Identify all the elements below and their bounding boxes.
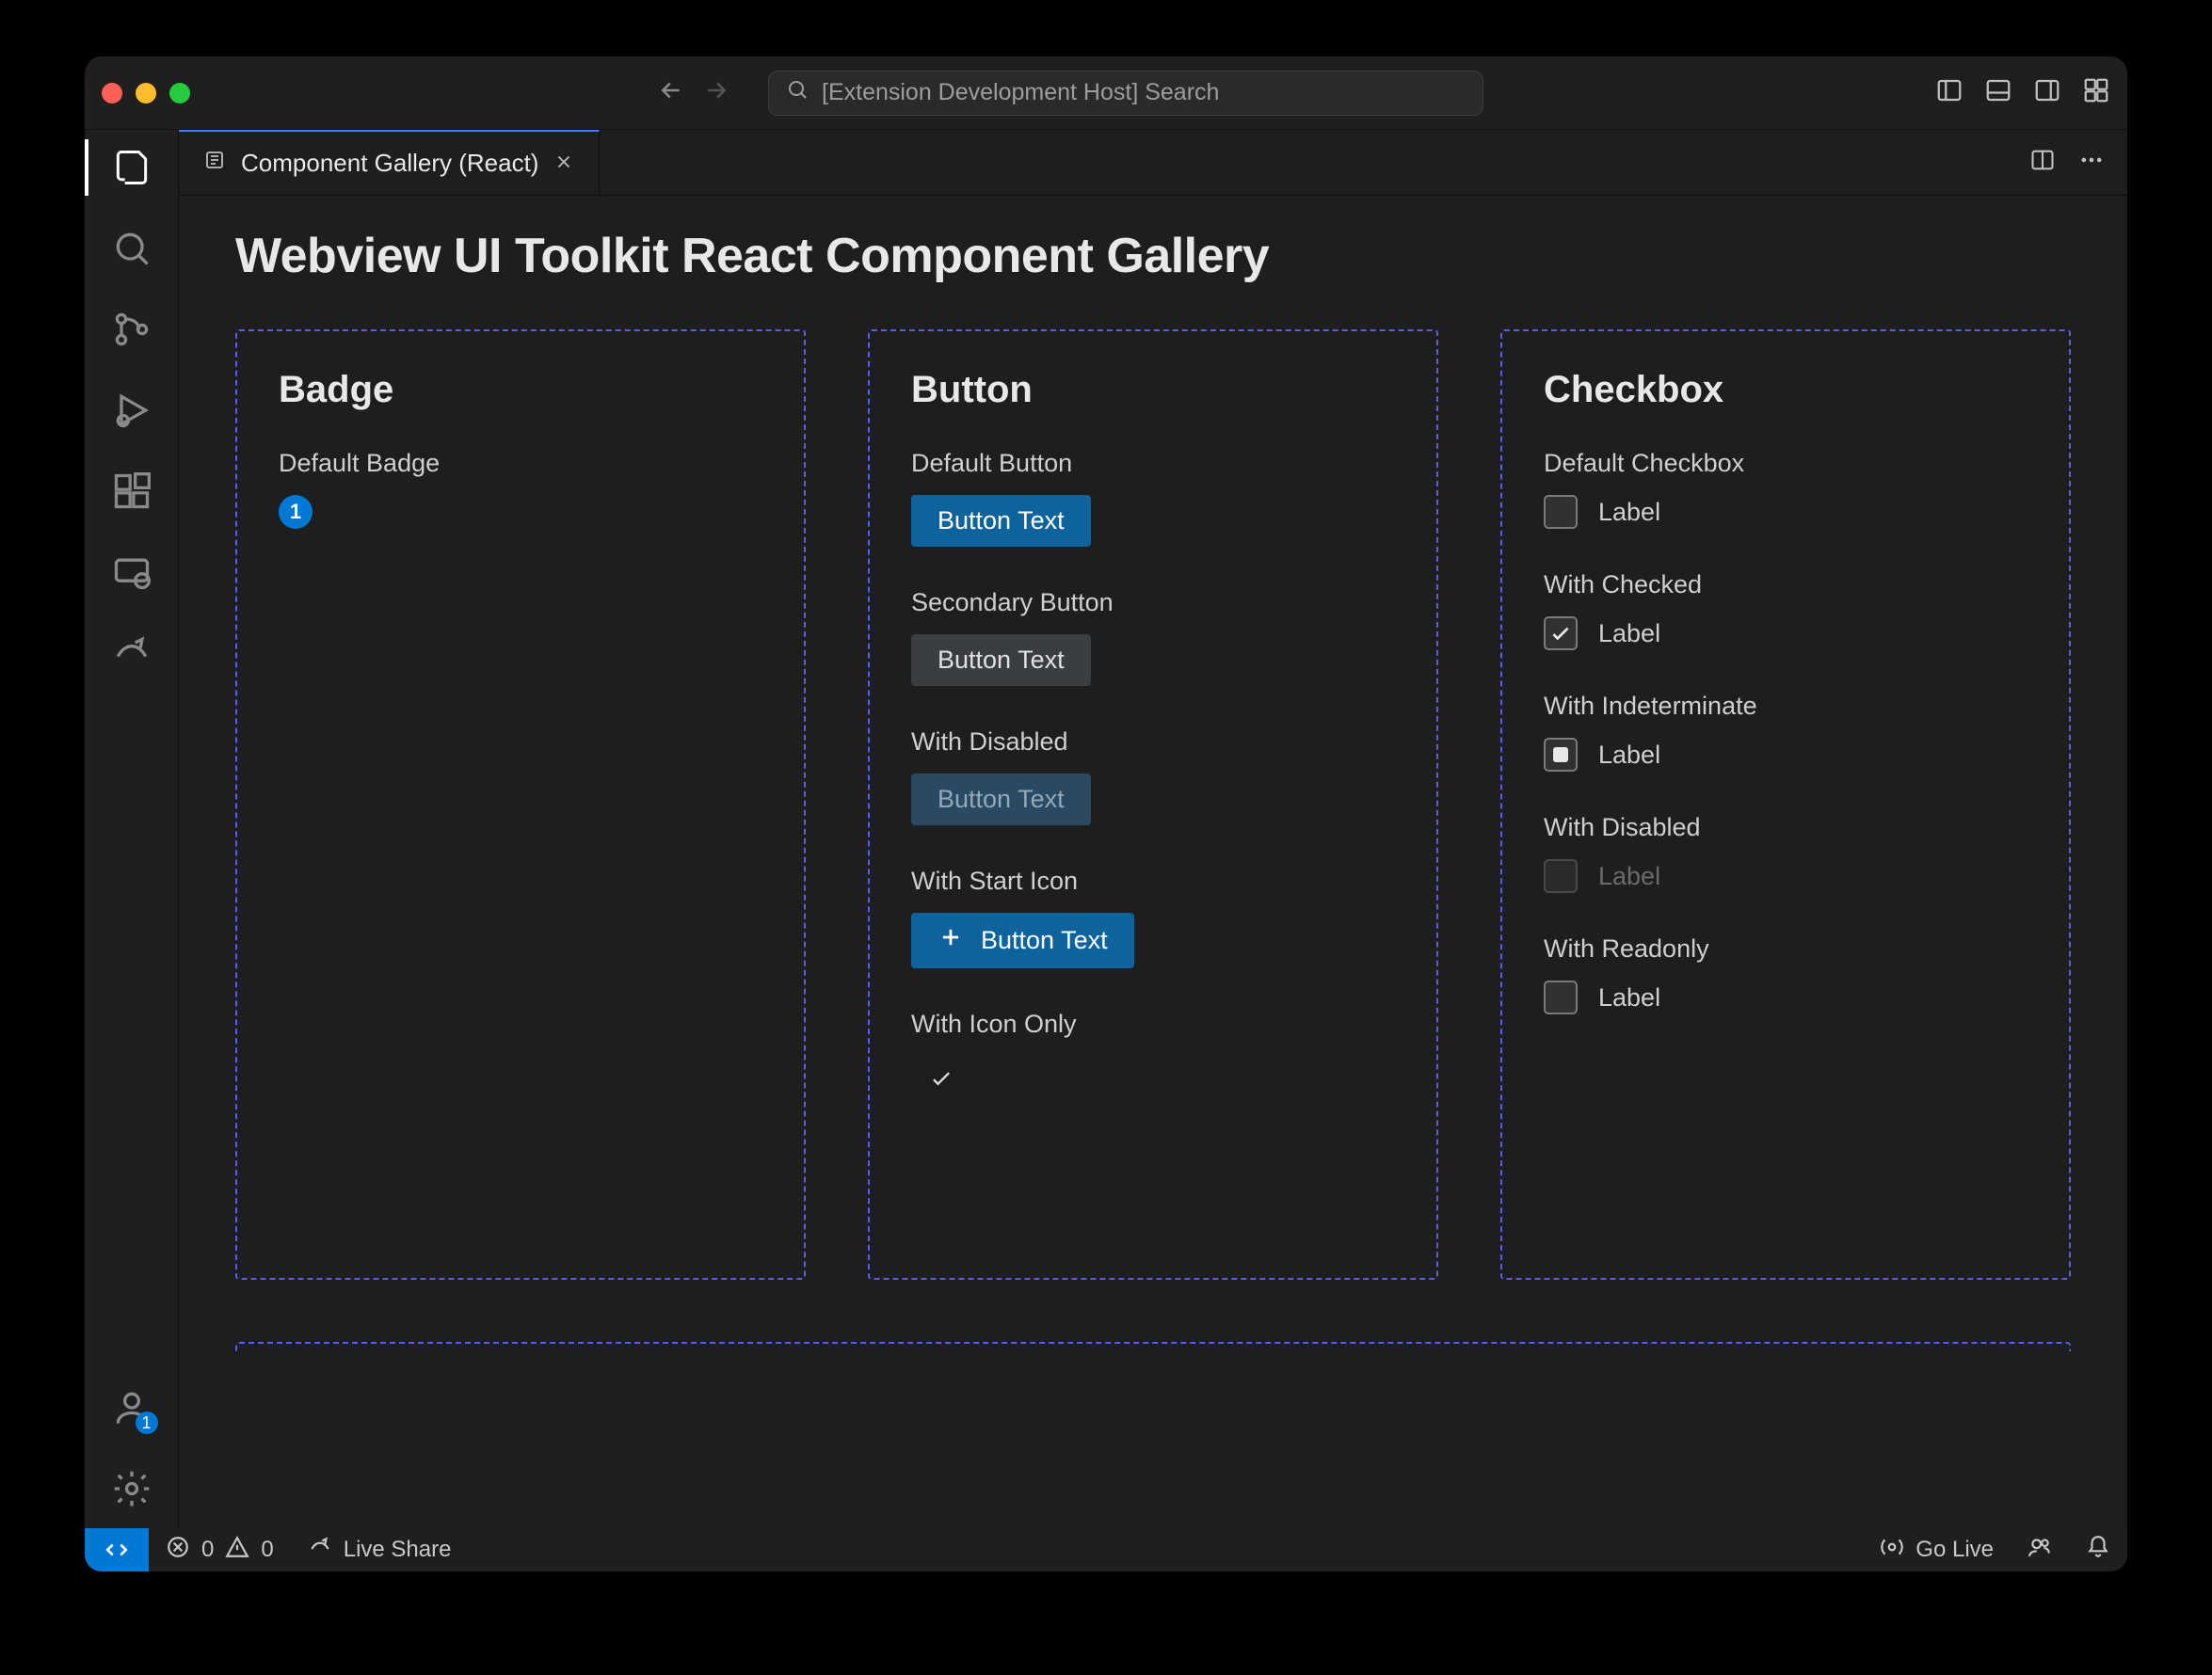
demo-label: With Icon Only [911, 1010, 1395, 1039]
source-control-view-icon[interactable] [109, 307, 154, 352]
demo-label: With Start Icon [911, 867, 1395, 896]
demo-label: With Checked [1544, 570, 2028, 599]
search-view-icon[interactable] [109, 226, 154, 271]
extensions-view-icon[interactable] [109, 469, 154, 514]
run-debug-view-icon[interactable] [109, 388, 154, 433]
status-bar: 0 0 Live Share Go Live [85, 1528, 2127, 1571]
go-live-status[interactable]: Go Live [1863, 1535, 2011, 1566]
checkbox-disabled [1544, 859, 1578, 893]
next-row-cutoff [235, 1342, 2071, 1351]
minimize-window-button[interactable] [136, 83, 156, 104]
plus-icon [938, 924, 964, 957]
checkbox-label: Label [1598, 862, 1660, 891]
tab-component-gallery[interactable]: Component Gallery (React) [179, 130, 600, 195]
notifications-status[interactable] [2069, 1535, 2127, 1566]
editor-tabs: Component Gallery (React) [179, 130, 2127, 196]
component-grid: Badge Default Badge 1 Button Default But… [235, 329, 2071, 1280]
remote-indicator[interactable] [85, 1528, 149, 1571]
editor-area: Component Gallery (React) Webview UI Too… [179, 130, 2127, 1528]
titlebar: [Extension Development Host] Search [85, 56, 2127, 130]
feedback-icon [2028, 1535, 2052, 1566]
card-button: Button Default Button Button Text Second… [868, 329, 1438, 1280]
errors-count: 0 [201, 1537, 214, 1563]
remote-explorer-view-icon[interactable] [109, 550, 154, 595]
checkbox-label: Label [1598, 619, 1660, 648]
close-window-button[interactable] [102, 83, 122, 104]
settings-gear-icon[interactable] [109, 1466, 154, 1511]
demo-label: With Indeterminate [1544, 692, 2028, 721]
go-live-label: Go Live [1915, 1537, 1994, 1563]
live-share-view-icon[interactable] [109, 630, 154, 676]
button-icon-only[interactable] [911, 1056, 971, 1108]
search-icon [786, 78, 809, 107]
maximize-window-button[interactable] [169, 83, 190, 104]
page-title: Webview UI Toolkit React Component Galle… [235, 228, 2071, 284]
demo-label: Secondary Button [911, 588, 1395, 617]
button-label: Button Text [981, 926, 1108, 955]
card-title-checkbox: Checkbox [1544, 369, 2028, 411]
customize-layout-icon[interactable] [2082, 76, 2110, 109]
activity-bar: 1 [85, 130, 179, 1528]
card-title-badge: Badge [279, 369, 762, 411]
button-label: Button Text [938, 506, 1065, 535]
warnings-count: 0 [261, 1537, 273, 1563]
card-checkbox: Checkbox Default Checkbox Label With Che… [1500, 329, 2071, 1280]
nav-forward-button[interactable] [702, 76, 730, 109]
accounts-badge: 1 [136, 1412, 158, 1434]
webview-content: Webview UI Toolkit React Component Galle… [179, 196, 2127, 1528]
feedback-status[interactable] [2011, 1535, 2069, 1566]
badge-default: 1 [279, 495, 313, 529]
demo-label: With Disabled [1544, 813, 2028, 842]
checkbox-readonly [1544, 981, 1578, 1014]
search-placeholder: [Extension Development Host] Search [822, 79, 1219, 106]
nav-arrows [657, 76, 730, 109]
tab-label: Component Gallery (React) [241, 149, 538, 178]
live-share-icon [308, 1535, 332, 1566]
demo-label: With Readonly [1544, 934, 2028, 964]
button-label: Button Text [938, 646, 1065, 675]
demo-label: With Disabled [911, 727, 1395, 757]
warning-icon [225, 1535, 249, 1566]
button-secondary[interactable]: Button Text [911, 634, 1091, 686]
live-share-status[interactable]: Live Share [291, 1535, 469, 1566]
card-badge: Badge Default Badge 1 [235, 329, 806, 1280]
checkbox-label: Label [1598, 498, 1660, 527]
checkbox-checked[interactable] [1544, 616, 1578, 650]
nav-back-button[interactable] [657, 76, 685, 109]
checkbox-default[interactable] [1544, 495, 1578, 529]
button-disabled: Button Text [911, 774, 1091, 825]
demo-label: Default Checkbox [1544, 449, 2028, 478]
vscode-window: [Extension Development Host] Search [85, 56, 2127, 1571]
card-title-button: Button [911, 369, 1395, 411]
demo-label: Default Button [911, 449, 1395, 478]
error-icon [166, 1535, 190, 1566]
preview-icon [203, 149, 226, 178]
command-center-search[interactable]: [Extension Development Host] Search [768, 71, 1483, 116]
problems-status[interactable]: 0 0 [149, 1535, 291, 1566]
checkbox-indeterminate[interactable] [1544, 738, 1578, 772]
explorer-view-icon[interactable] [109, 145, 154, 190]
bell-icon [2086, 1535, 2110, 1566]
toggle-secondary-sidebar-icon[interactable] [2033, 76, 2061, 109]
toggle-panel-icon[interactable] [1984, 76, 2012, 109]
split-editor-icon[interactable] [2029, 147, 2056, 178]
live-share-label: Live Share [344, 1537, 452, 1563]
checkbox-label: Label [1598, 741, 1660, 770]
titlebar-layout-controls [1935, 76, 2110, 109]
demo-label: Default Badge [279, 449, 762, 478]
accounts-icon[interactable]: 1 [109, 1385, 154, 1430]
check-icon [928, 1065, 954, 1098]
window-controls [102, 83, 190, 104]
button-primary[interactable]: Button Text [911, 495, 1091, 547]
more-actions-icon[interactable] [2078, 147, 2105, 178]
button-start-icon[interactable]: Button Text [911, 913, 1134, 968]
toggle-primary-sidebar-icon[interactable] [1935, 76, 1964, 109]
tab-close-button[interactable] [553, 149, 574, 179]
button-label: Button Text [938, 785, 1065, 814]
checkbox-label: Label [1598, 983, 1660, 1013]
broadcast-icon [1880, 1535, 1904, 1566]
